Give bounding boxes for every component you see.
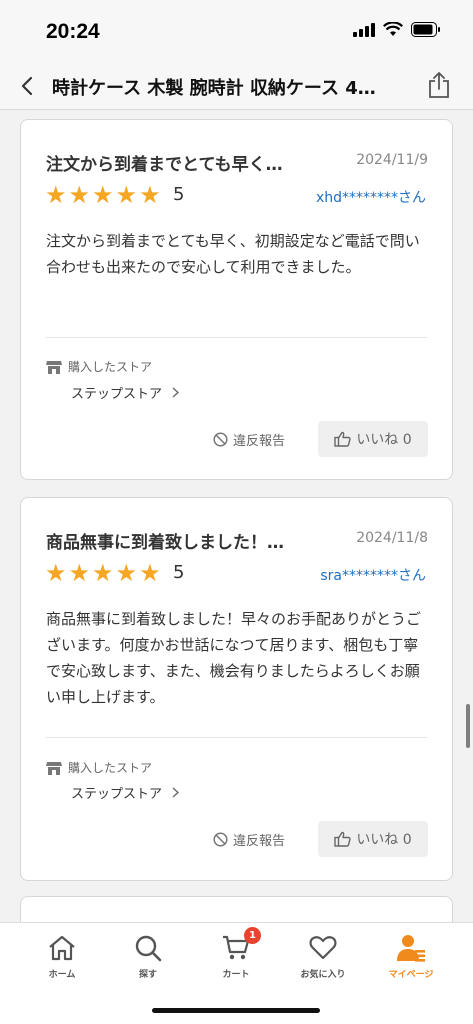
star-icon: ★	[115, 559, 138, 587]
store-label: 購入したストア	[46, 759, 152, 776]
star-icon: ★	[92, 559, 114, 587]
thumbs-up-icon	[334, 831, 351, 847]
review-date: 2024/11/8	[356, 530, 428, 546]
divider	[46, 337, 427, 338]
rating-value: 5	[173, 562, 185, 583]
tab-label: マイページ	[388, 970, 434, 980]
review-title: 商品無事に到着致しました！…	[46, 533, 284, 553]
review-card: 商品無事に到着致しました！… 2024/11/8 ★ ★ ★ ★ ★ 5 sra…	[20, 497, 453, 881]
star-icon: ★	[139, 181, 161, 209]
report-button[interactable]: 違反報告	[213, 830, 285, 849]
heart-icon	[308, 933, 338, 963]
star-icon: ★	[45, 559, 67, 587]
star-icon: ★	[68, 181, 91, 209]
tab-label: お気に入り	[300, 970, 346, 980]
report-label: 違反報告	[233, 434, 286, 449]
tab-mypage[interactable]: マイページ	[376, 933, 446, 980]
tab-search[interactable]: 探す	[113, 933, 183, 980]
review-card: 注文から到着までとても早く… 2024/11/9 ★ ★ ★ ★ ★ 5 xhd…	[20, 119, 453, 480]
nav-bar: 時計ケース 木製 腕時計 収納ケース 4…	[0, 62, 473, 110]
share-button[interactable]	[425, 69, 453, 101]
store-icon	[46, 761, 62, 775]
divider	[46, 737, 427, 738]
store-label-text: 購入したストア	[68, 360, 153, 374]
store-label-text: 購入したストア	[68, 761, 153, 775]
wifi-icon	[383, 21, 403, 41]
store-name: ステップストア	[71, 787, 163, 802]
share-icon	[429, 72, 449, 98]
review-body: 注文から到着までとても早く、初期設定など電話で問い合わせも出来たので安心して利用…	[46, 232, 420, 276]
store-icon	[46, 360, 62, 374]
like-label: いいね 0	[356, 432, 412, 448]
page-title: 時計ケース 木製 腕時計 収納ケース 4…	[52, 78, 376, 99]
chevron-right-icon	[172, 387, 180, 398]
star-icon: ★	[139, 559, 161, 587]
battery-icon	[411, 22, 441, 41]
user-icon	[396, 933, 426, 963]
like-button[interactable]: いいね 0	[318, 821, 428, 857]
cart-icon: 1	[221, 927, 261, 963]
prohibited-icon	[213, 832, 228, 847]
status-icons	[353, 21, 441, 41]
signal-icon	[353, 22, 375, 41]
review-body: 商品無事に到着致しました！早々のお手配ありがとうございます。何度かお世話になつて…	[46, 610, 422, 706]
reviewer-name[interactable]: sra********さん	[320, 565, 426, 585]
status-bar: 20:24	[0, 0, 473, 62]
like-button[interactable]: いいね 0	[318, 421, 428, 457]
report-label: 違反報告	[233, 834, 286, 849]
star-rating: ★ ★ ★ ★ ★	[45, 560, 161, 586]
rating-value: 5	[173, 184, 185, 205]
tab-favorites[interactable]: お気に入り	[288, 933, 358, 980]
like-label: いいね 0	[356, 832, 412, 848]
cart-badge: 1	[244, 927, 261, 944]
review-date: 2024/11/9	[356, 152, 428, 168]
store-name: ステップストア	[71, 387, 163, 402]
scrollbar[interactable]	[466, 704, 470, 748]
review-card	[20, 896, 453, 922]
back-button[interactable]	[14, 71, 40, 101]
tab-home[interactable]: ホーム	[27, 933, 97, 980]
store-link[interactable]: ステップストア	[71, 783, 180, 802]
tab-label: カート	[222, 970, 250, 980]
thumbs-up-icon	[334, 431, 351, 447]
tab-label: ホーム	[48, 970, 76, 980]
store-label: 購入したストア	[46, 358, 152, 375]
star-rating: ★ ★ ★ ★ ★	[45, 182, 161, 208]
report-button[interactable]: 違反報告	[213, 430, 285, 449]
chevron-right-icon	[172, 787, 180, 798]
star-icon: ★	[68, 559, 91, 587]
star-icon: ★	[92, 181, 114, 209]
prohibited-icon	[213, 432, 228, 447]
star-icon: ★	[45, 181, 67, 209]
review-title: 注文から到着までとても早く…	[46, 155, 283, 175]
review-list[interactable]: 注文から到着までとても早く… 2024/11/9 ★ ★ ★ ★ ★ 5 xhd…	[0, 111, 473, 922]
status-time: 20:24	[46, 20, 100, 43]
search-icon	[133, 933, 163, 963]
chevron-left-icon	[21, 76, 33, 96]
tab-cart[interactable]: 1 カート	[201, 927, 271, 980]
home-icon	[47, 933, 77, 963]
star-icon: ★	[115, 181, 138, 209]
reviewer-name[interactable]: xhd********さん	[316, 187, 426, 207]
store-link[interactable]: ステップストア	[71, 383, 180, 402]
tab-label: 探す	[138, 970, 157, 980]
home-indicator	[152, 1008, 320, 1013]
